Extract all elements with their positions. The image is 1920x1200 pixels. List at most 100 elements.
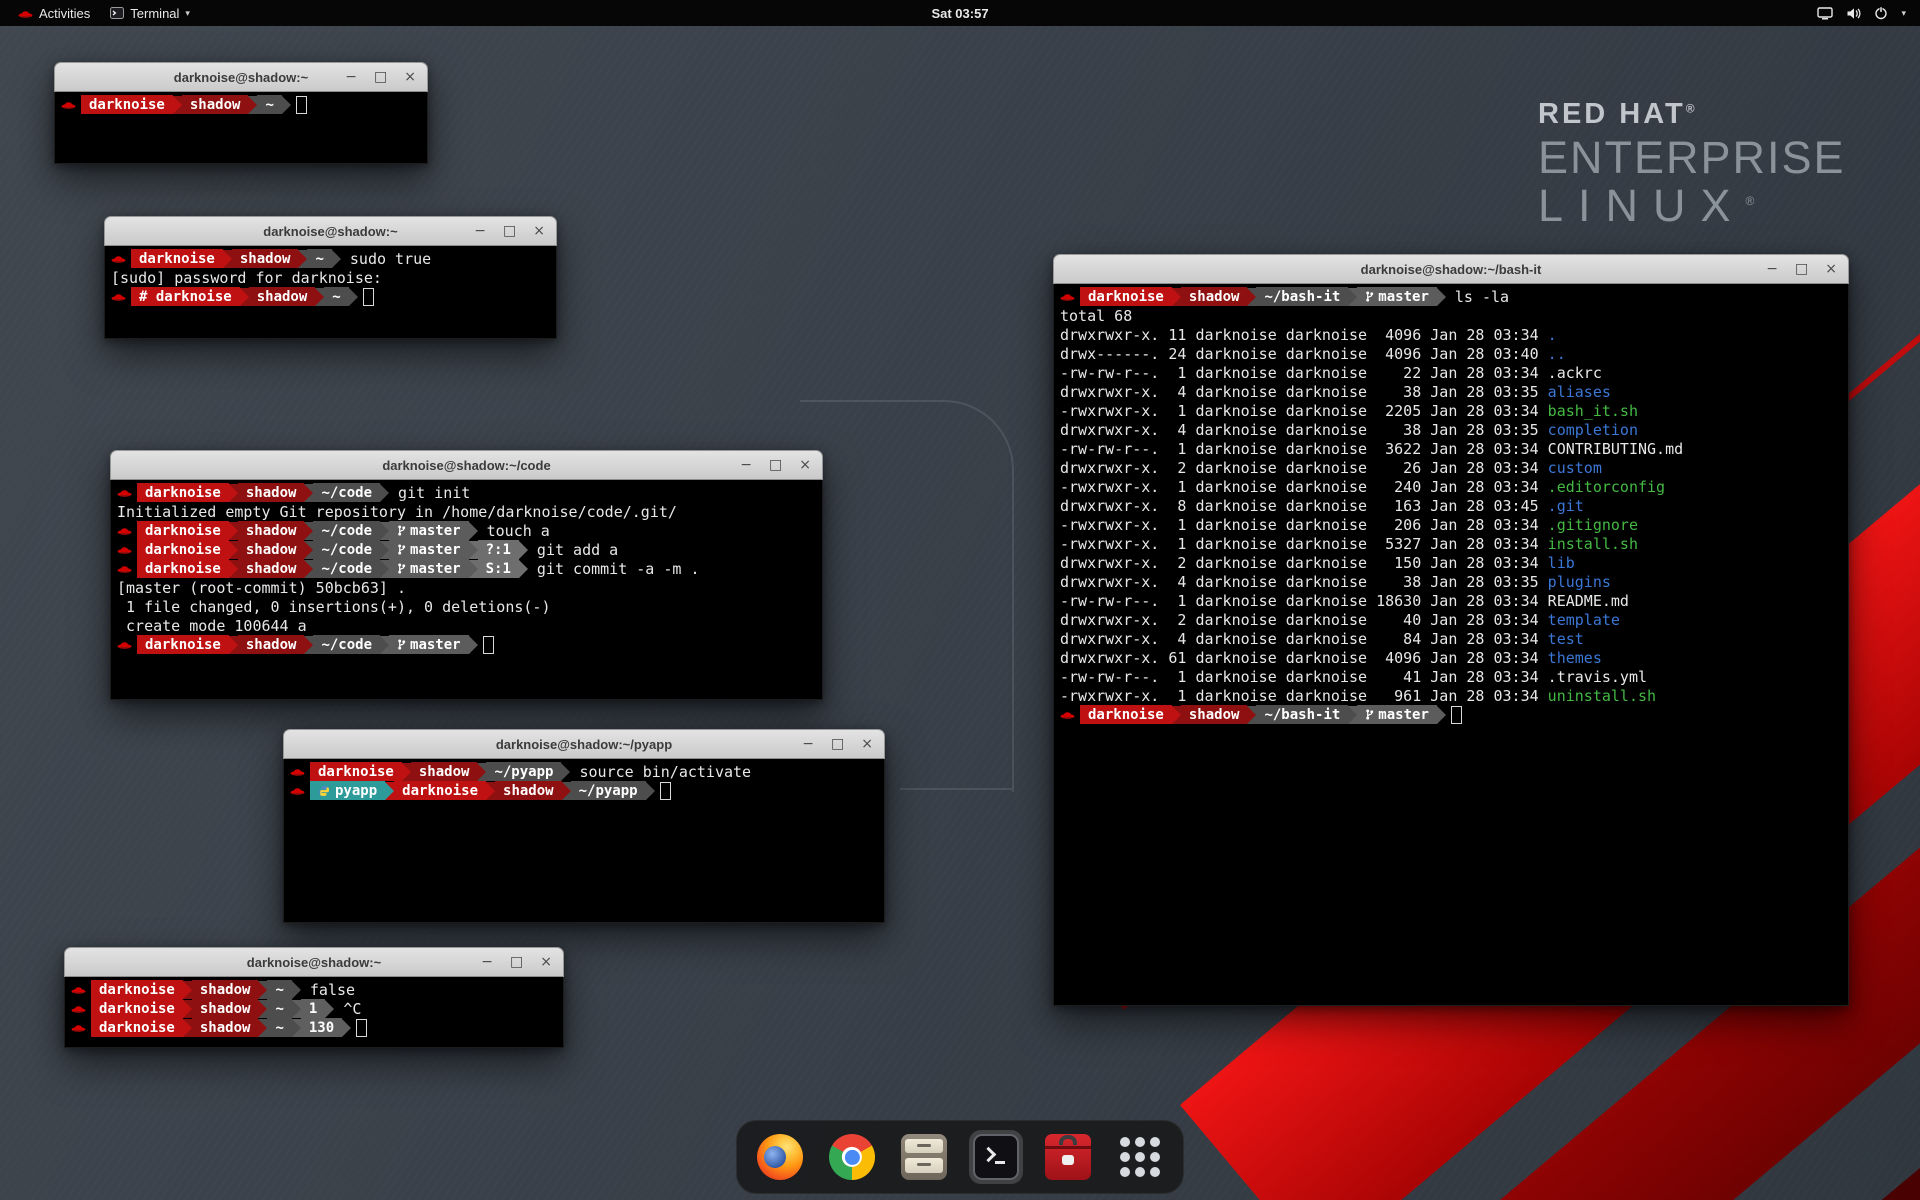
powerline-arrow bbox=[486, 782, 495, 800]
minimize-button[interactable]: − bbox=[740, 458, 752, 472]
redhat-prompt-icon bbox=[61, 99, 76, 110]
maximize-button[interactable]: □ bbox=[374, 70, 387, 84]
powerline-arrow bbox=[183, 1019, 192, 1037]
maximize-button[interactable]: □ bbox=[769, 458, 782, 472]
prompt-chevron bbox=[980, 1147, 996, 1163]
close-button[interactable]: × bbox=[861, 737, 873, 751]
window-titlebar[interactable]: darknoise@shadow:~ − □ × bbox=[104, 216, 557, 246]
terminal-content[interactable]: darknoiseshadow~/bash-itmaster ls -latot… bbox=[1053, 284, 1849, 1006]
prompt-segment-git: master bbox=[389, 559, 469, 578]
minimize-button[interactable]: − bbox=[1766, 262, 1778, 276]
maximize-button[interactable]: □ bbox=[510, 955, 523, 969]
output-text: drwxrwxr-x. 4 darknoise darknoise 38 Jan… bbox=[1060, 383, 1548, 401]
powerline-arrow bbox=[292, 981, 301, 999]
terminal-window-2[interactable]: darknoise@shadow:~−□×darknoiseshadow~ su… bbox=[104, 216, 557, 339]
terminal-line: darknoiseshadow~/codemaster bbox=[117, 635, 816, 654]
chevron-down-icon: ▾ bbox=[1901, 8, 1906, 19]
prompt-segment-git: master bbox=[1357, 287, 1437, 306]
close-button[interactable]: × bbox=[799, 458, 811, 472]
prompt-segment-user: darknoise bbox=[1080, 705, 1172, 724]
minimize-button[interactable]: − bbox=[345, 70, 357, 84]
terminal-line: 1 file changed, 0 insertions(+), 0 delet… bbox=[117, 597, 816, 616]
maximize-button[interactable]: □ bbox=[831, 737, 844, 751]
powerline-arrow bbox=[562, 782, 571, 800]
terminal-window-4[interactable]: darknoise@shadow:~/pyapp − □ × darknoiseshad… bbox=[283, 729, 885, 923]
powerline-arrow bbox=[477, 763, 486, 781]
powerline-arrow bbox=[1437, 288, 1446, 306]
prompt-segment-path: ~ bbox=[324, 287, 348, 306]
minimize-button[interactable]: − bbox=[474, 224, 486, 238]
system-menu[interactable]: ▾ bbox=[1811, 0, 1912, 26]
powerline-arrow bbox=[380, 484, 389, 502]
redhat-prompt-icon bbox=[117, 639, 132, 650]
grid-dot bbox=[1135, 1137, 1145, 1147]
output-text: -rwxrwxr-x. 1 darknoise darknoise 206 Ja… bbox=[1060, 516, 1548, 534]
output-text: drwxrwxr-x. 11 darknoise darknoise 4096 … bbox=[1060, 326, 1548, 344]
window-titlebar[interactable]: darknoise@shadow:~ − □ × bbox=[54, 62, 428, 92]
prompt-segment-host: shadow bbox=[232, 249, 299, 268]
grid-dot bbox=[1120, 1167, 1130, 1177]
terminal-window-3[interactable]: darknoise@shadow:~/code−□×darknoiseshado… bbox=[110, 450, 823, 700]
app-menu[interactable]: Terminal ▾ bbox=[100, 0, 200, 26]
window-titlebar[interactable]: darknoise@shadow:~/pyapp − □ × bbox=[283, 729, 885, 759]
window-title: darknoise@shadow:~ bbox=[174, 70, 308, 85]
terminal-line: create mode 100644 a bbox=[117, 616, 816, 635]
redhat-prompt-icon bbox=[290, 785, 305, 796]
maximize-button[interactable]: □ bbox=[1795, 262, 1808, 276]
command-text: git commit -a -m . bbox=[528, 560, 700, 578]
output-text: CONTRIBUTING.md bbox=[1548, 440, 1683, 458]
terminal-line: -rwxrwxr-x. 1 darknoise darknoise 2205 J… bbox=[1060, 401, 1842, 420]
output-text: plugins bbox=[1548, 573, 1611, 591]
window-titlebar[interactable]: darknoise@shadow:~−□× bbox=[64, 947, 564, 977]
window-titlebar[interactable]: darknoise@shadow:~/code−□× bbox=[110, 450, 823, 480]
terminal-content[interactable]: darknoiseshadow~ sudo true[sudo] passwor… bbox=[104, 246, 557, 339]
git-branch-icon bbox=[397, 524, 406, 537]
minimize-button[interactable]: − bbox=[802, 737, 814, 751]
window-title: darknoise@shadow:~ bbox=[263, 224, 397, 239]
firefox-globe bbox=[764, 1146, 786, 1168]
command-text: git init bbox=[389, 484, 470, 502]
terminal-content[interactable]: darknoiseshadow~ falsedarknoiseshadow~1 … bbox=[64, 977, 564, 1048]
app-grid-launcher[interactable] bbox=[1113, 1130, 1167, 1184]
window-controls: − □ × bbox=[345, 63, 416, 91]
powerline-arrow bbox=[282, 96, 291, 114]
output-text: -rwxrwxr-x. 1 darknoise darknoise 961 Ja… bbox=[1060, 687, 1548, 705]
files-launcher[interactable] bbox=[897, 1130, 951, 1184]
terminal-content[interactable]: darknoiseshadow~/pyapp source bin/activa… bbox=[283, 759, 885, 923]
redhat-prompt-icon bbox=[117, 525, 132, 536]
terminal-line: # darknoiseshadow~ bbox=[111, 287, 550, 306]
maximize-button[interactable]: □ bbox=[503, 224, 516, 238]
powerline-arrow bbox=[519, 560, 528, 578]
window-title: darknoise@shadow:~/pyapp bbox=[496, 737, 672, 752]
prompt-segment-host: shadow bbox=[411, 762, 478, 781]
close-button[interactable]: × bbox=[540, 955, 552, 969]
terminal-launcher[interactable] bbox=[969, 1130, 1023, 1184]
prompt-segment-host: shadow bbox=[238, 521, 305, 540]
terminal-window-5[interactable]: darknoise@shadow:~−□×darknoiseshadow~ fa… bbox=[64, 947, 564, 1048]
terminal-window-1[interactable]: darknoise@shadow:~ − □ × darknoiseshadow~ bbox=[54, 62, 428, 164]
clock[interactable]: Sat 03:57 bbox=[931, 6, 988, 21]
terminal-content[interactable]: darknoiseshadow~ bbox=[54, 92, 428, 164]
powerline-arrow bbox=[229, 541, 238, 559]
chrome-launcher[interactable] bbox=[825, 1130, 879, 1184]
terminal-line: -rw-rw-r--. 1 darknoise darknoise 3622 J… bbox=[1060, 439, 1842, 458]
firefox-launcher[interactable] bbox=[753, 1130, 807, 1184]
grid-dot bbox=[1150, 1137, 1160, 1147]
terminal-content[interactable]: darknoiseshadow~/code git initInitialize… bbox=[110, 480, 823, 700]
window-titlebar[interactable]: darknoise@shadow:~/bash-it−□× bbox=[1053, 254, 1849, 284]
toolbox-lid bbox=[1045, 1146, 1091, 1149]
window-controls: − □ × bbox=[474, 217, 545, 245]
windows-layer: darknoise@shadow:~−□×darknoiseshadow~dar… bbox=[0, 0, 1920, 1200]
prompt-segment-path: ~/code bbox=[313, 559, 380, 578]
toolbox-launcher[interactable] bbox=[1041, 1130, 1095, 1184]
terminal-line: drwxrwxr-x. 2 darknoise darknoise 150 Ja… bbox=[1060, 553, 1842, 572]
activities-button[interactable]: Activities bbox=[8, 0, 100, 26]
terminal-window-6[interactable]: darknoise@shadow:~/bash-it−□×darknoisesh… bbox=[1053, 254, 1849, 1006]
window-controls: − □ × bbox=[802, 730, 873, 758]
prompt-segment-git: master bbox=[389, 540, 469, 559]
prompt-segment-path: ~ bbox=[267, 999, 291, 1018]
close-button[interactable]: × bbox=[404, 70, 416, 84]
close-button[interactable]: × bbox=[1825, 262, 1837, 276]
minimize-button[interactable]: − bbox=[481, 955, 493, 969]
close-button[interactable]: × bbox=[533, 224, 545, 238]
